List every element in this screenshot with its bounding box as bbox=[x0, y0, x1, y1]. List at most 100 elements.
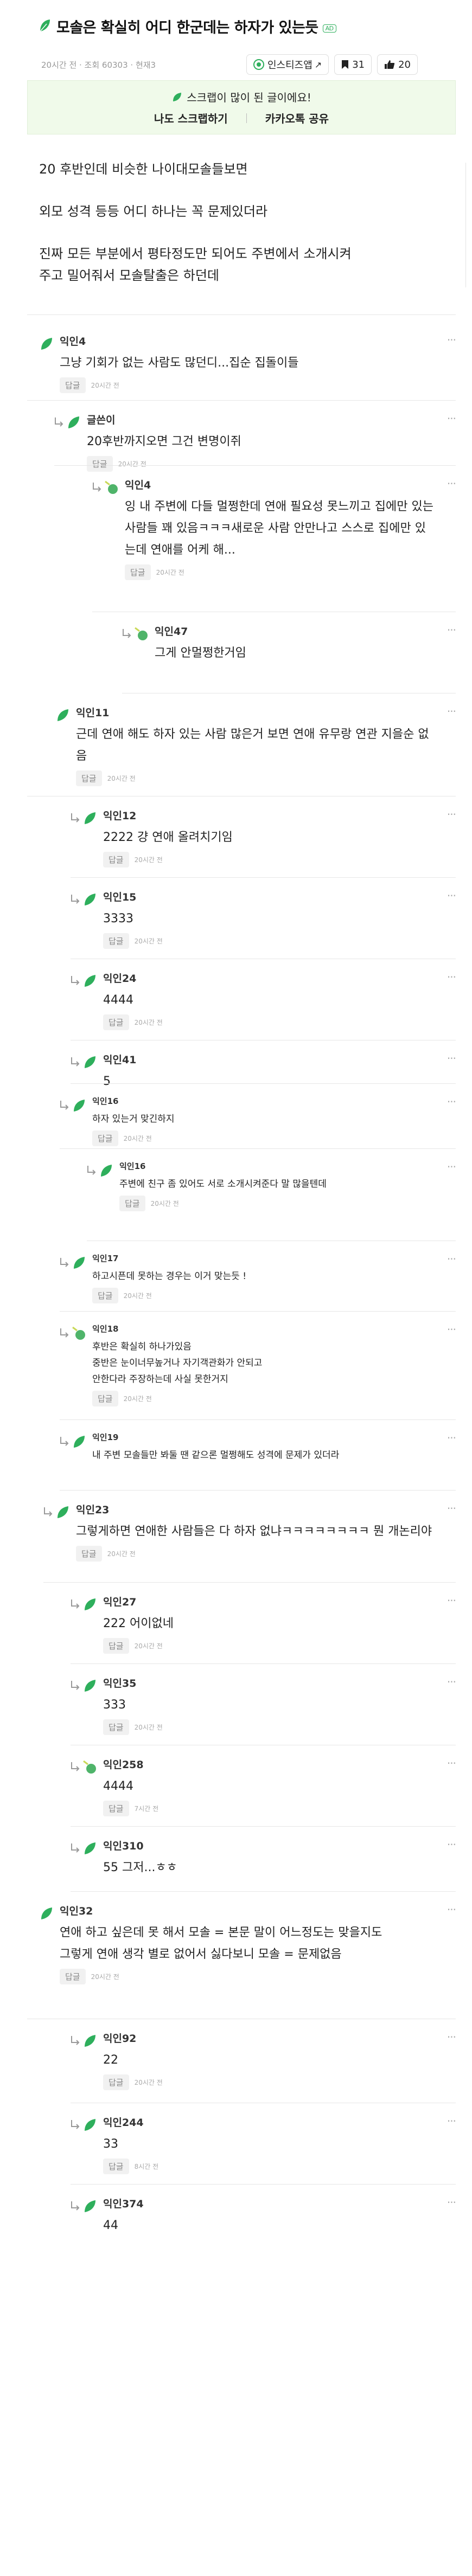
comment-content: 익인244 33 답글 8시간 전 bbox=[103, 2115, 456, 2174]
comment-text: 그냥 기회가 없는 사람도 많던디...집순 집돌이들 bbox=[60, 356, 299, 370]
reply-button[interactable]: 답글 bbox=[103, 1638, 129, 1654]
meta-row: 20시간 전 · 조회 60303 · 현재3 인스티즈앱 ↗ 31 20 bbox=[0, 52, 472, 77]
reply-button[interactable]: 답글 bbox=[103, 933, 129, 949]
leaf-avatar-icon bbox=[101, 1165, 112, 1177]
post-header: 모솔은 확실히 어디 한군데는 하자가 있는듯 AD 20시간 전 · 조회 60… bbox=[0, 0, 472, 134]
comment-avatar bbox=[98, 1162, 114, 1179]
title-text: 모솔은 확실히 어디 한군데는 하자가 있는듯 bbox=[56, 19, 318, 36]
reply-button[interactable]: 답글 bbox=[103, 2074, 129, 2090]
comment-author: 익인17 bbox=[92, 1254, 119, 1263]
meta-buttons: 인스티즈앱 ↗ 31 20 bbox=[246, 54, 418, 75]
comment-divider bbox=[71, 1826, 456, 1827]
reply-arrow bbox=[69, 812, 81, 825]
comment-footer: 답글 8시간 전 bbox=[103, 2159, 456, 2174]
external-link-icon: ↗ bbox=[314, 59, 322, 70]
more-icon[interactable]: ··· bbox=[447, 1431, 456, 1444]
leaf-avatar-icon bbox=[58, 1506, 68, 1518]
reply-button[interactable]: 답글 bbox=[103, 1014, 129, 1030]
instiz-app-button[interactable]: 인스티즈앱 ↗ bbox=[246, 54, 329, 75]
more-icon[interactable]: ··· bbox=[447, 1594, 456, 1607]
reply-arrow-icon bbox=[71, 1843, 80, 1853]
more-icon[interactable]: ··· bbox=[447, 1160, 456, 1173]
reply-button[interactable]: 답글 bbox=[103, 1801, 129, 1816]
reply-button[interactable]: 답글 bbox=[125, 564, 151, 580]
reply-arrow bbox=[86, 1165, 98, 1178]
comment-author: 글쓴이 bbox=[87, 414, 116, 426]
reply-button[interactable]: 답글 bbox=[87, 456, 113, 472]
more-icon[interactable]: ··· bbox=[447, 705, 456, 718]
more-icon[interactable]: ··· bbox=[447, 2196, 456, 2209]
more-icon[interactable]: ··· bbox=[447, 2115, 456, 2128]
comment-text: 그게 안멀쩡한거임 bbox=[155, 646, 246, 660]
more-icon[interactable]: ··· bbox=[447, 1095, 456, 1108]
more-icon[interactable]: ··· bbox=[447, 2031, 456, 2044]
reply-button[interactable]: 답글 bbox=[119, 1196, 145, 1211]
dot-avatar-icon bbox=[72, 1326, 85, 1340]
comment-content: 익인310 55 그저...ㅎㅎ bbox=[103, 1838, 456, 1879]
more-icon[interactable]: ··· bbox=[447, 1675, 456, 1688]
comment-author: 익인12 bbox=[103, 810, 137, 822]
comment-avatar bbox=[81, 2198, 98, 2214]
scroll-track[interactable] bbox=[465, 163, 470, 287]
comment-avatar bbox=[65, 414, 81, 431]
scrap-count: 31 bbox=[352, 59, 365, 70]
more-icon[interactable]: ··· bbox=[447, 1252, 456, 1265]
comment-time: 20시간 전 bbox=[134, 937, 163, 945]
scrap-banner: 스크랩이 많이 된 글이에요! 나도 스크랩하기 카카오톡 공유 bbox=[27, 80, 456, 134]
comment-avatar bbox=[38, 1905, 54, 1922]
comment-author: 익인47 bbox=[155, 626, 188, 638]
comment-text: 333 bbox=[103, 1698, 126, 1712]
reply-button[interactable]: 답글 bbox=[92, 1288, 118, 1303]
more-icon[interactable]: ··· bbox=[447, 1757, 456, 1770]
reply-button[interactable]: 답글 bbox=[92, 1130, 118, 1146]
bookmark-icon bbox=[342, 60, 349, 69]
comment-time: 20시간 전 bbox=[134, 2079, 163, 2086]
reply-arrow bbox=[69, 1761, 81, 1774]
more-icon[interactable]: ··· bbox=[447, 1903, 456, 1916]
reply-arrow-icon bbox=[55, 417, 63, 427]
comment-time: 7시간 전 bbox=[134, 1805, 159, 1813]
more-icon[interactable]: ··· bbox=[447, 333, 456, 346]
reply-button[interactable]: 답글 bbox=[92, 1391, 118, 1406]
comment-text: 연애 하고 싶은데 못 해서 모솔 = 본문 말이 어느정도는 맞을지도 그렇게… bbox=[60, 1926, 382, 1961]
more-icon[interactable]: ··· bbox=[447, 477, 456, 490]
banner-text: 스크랩이 많이 된 글이에요! bbox=[187, 91, 311, 104]
reply-button[interactable]: 답글 bbox=[103, 852, 129, 868]
kakao-share-link[interactable]: 카카오톡 공유 bbox=[265, 110, 329, 126]
comment-time: 20시간 전 bbox=[107, 1550, 136, 1558]
scrap-button[interactable]: 31 bbox=[334, 54, 372, 75]
reply-button[interactable]: 답글 bbox=[76, 770, 102, 786]
comment-content: 익인35 333 답글 20시간 전 bbox=[103, 1675, 456, 1735]
more-icon[interactable]: ··· bbox=[447, 808, 456, 821]
comment-author: 익인18 bbox=[92, 1324, 119, 1334]
reply-arrow-icon bbox=[71, 1762, 80, 1771]
scrap-link[interactable]: 나도 스크랩하기 bbox=[154, 110, 228, 126]
reply-arrow-icon bbox=[71, 1057, 80, 1067]
reply-arrow bbox=[69, 1842, 81, 1855]
more-icon[interactable]: ··· bbox=[447, 1838, 456, 1851]
more-icon[interactable]: ··· bbox=[447, 971, 456, 984]
reply-button[interactable]: 답글 bbox=[103, 1719, 129, 1735]
like-button[interactable]: 20 bbox=[377, 54, 418, 75]
more-icon[interactable]: ··· bbox=[447, 1502, 456, 1515]
reply-button[interactable]: 답글 bbox=[60, 1969, 86, 1984]
comment-author: 익인32 bbox=[60, 1905, 93, 1917]
more-icon[interactable]: ··· bbox=[447, 1323, 456, 1336]
article-paragraph: 진짜 모든 부분에서 평타정도만 되어도 주변에서 소개시켜 주고 밀어줘서 모… bbox=[39, 246, 352, 283]
comment-author: 익인27 bbox=[103, 1596, 137, 1608]
reply-button[interactable]: 답글 bbox=[76, 1546, 102, 1562]
title-bar: 모솔은 확실히 어디 한군데는 하자가 있는듯 AD bbox=[0, 0, 472, 52]
comment-content: 익인15 3333 답글 20시간 전 bbox=[103, 889, 456, 949]
article-divider bbox=[27, 314, 456, 315]
ad-badge: AD bbox=[322, 24, 336, 33]
more-icon[interactable]: ··· bbox=[447, 889, 456, 902]
reply-button[interactable]: 답글 bbox=[60, 377, 86, 393]
reply-button[interactable]: 답글 bbox=[103, 2159, 129, 2174]
more-icon[interactable]: ··· bbox=[447, 1052, 456, 1065]
reply-arrow bbox=[59, 1327, 71, 1340]
more-icon[interactable]: ··· bbox=[447, 624, 456, 637]
reply-arrow bbox=[69, 1056, 81, 1069]
comment-footer: 답글 20시간 전 bbox=[92, 1288, 456, 1303]
more-icon[interactable]: ··· bbox=[447, 412, 456, 425]
comment-footer: 답글 7시간 전 bbox=[103, 1801, 456, 1816]
